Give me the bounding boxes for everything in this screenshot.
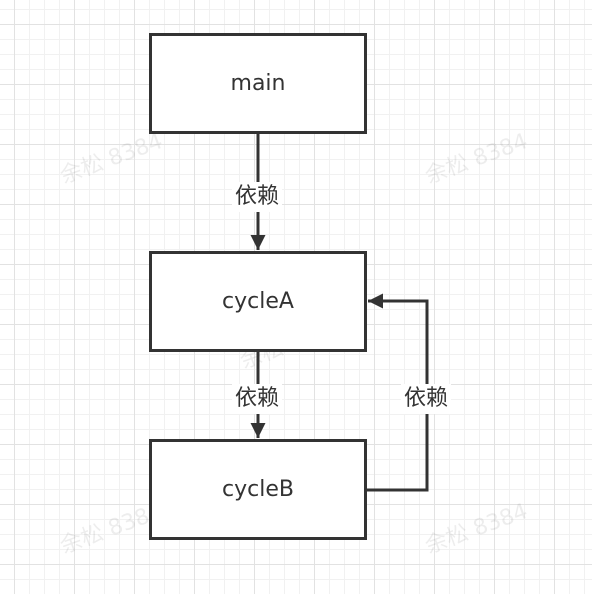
edge-label-cycleB-to-cycleA: 依赖 (401, 384, 452, 414)
node-main-label: main (230, 71, 286, 96)
node-cycleB: cycleB (149, 439, 367, 540)
edge-label-cycleA-to-cycleB: 依赖 (232, 384, 283, 414)
node-cycleA-label: cycleA (222, 289, 294, 314)
node-cycleB-label: cycleB (222, 477, 294, 502)
edge-label-main-to-cycleA: 依赖 (232, 182, 283, 212)
node-main: main (149, 33, 367, 134)
node-cycleA: cycleA (149, 251, 367, 352)
